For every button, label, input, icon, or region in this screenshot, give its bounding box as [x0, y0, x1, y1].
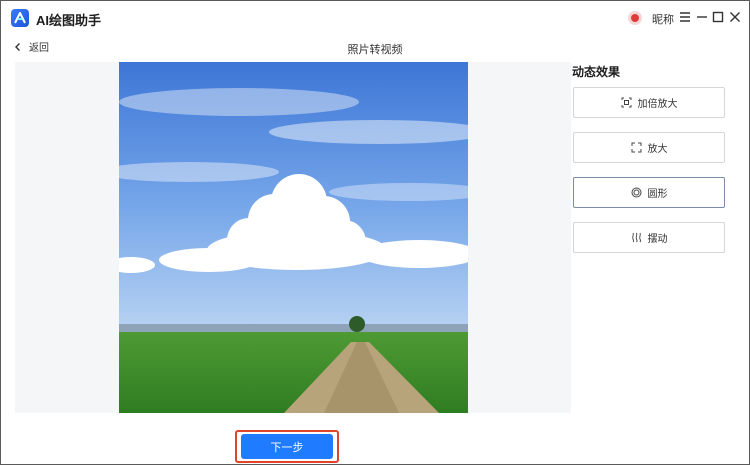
- app-window: AI绘图助手 昵称 返回 照片转视频 动态效果 加倍放大 放大 圆形 摆动 下一…: [0, 0, 750, 465]
- effect-double-zoom[interactable]: 加倍放大: [573, 87, 725, 118]
- close-icon[interactable]: [728, 10, 742, 24]
- next-button[interactable]: 下一步: [241, 434, 333, 459]
- circle-icon: [631, 187, 641, 198]
- wave-icon: [631, 232, 641, 243]
- maximize-icon[interactable]: [711, 10, 725, 24]
- zoom-frame-icon: [621, 97, 631, 108]
- effects-title: 动态效果: [572, 65, 621, 79]
- title-bar: AI绘图助手 昵称: [1, 1, 749, 35]
- effect-zoom[interactable]: 放大: [573, 132, 725, 163]
- effect-label: 摆动: [647, 234, 668, 245]
- effect-label: 放大: [647, 144, 668, 155]
- menu-icon[interactable]: [678, 10, 692, 24]
- user-nickname[interactable]: 昵称: [652, 11, 674, 27]
- effect-sway[interactable]: 摆动: [573, 222, 725, 253]
- avatar-dot: [631, 14, 639, 22]
- user-avatar[interactable]: [628, 11, 642, 25]
- preview-area: [15, 62, 571, 413]
- page-title: 照片转视频: [347, 44, 403, 56]
- photo-preview: [119, 62, 468, 413]
- expand-corners-icon: [631, 142, 641, 153]
- effect-label: 圆形: [647, 189, 668, 200]
- minimize-icon[interactable]: [695, 10, 709, 24]
- effect-circle[interactable]: 圆形: [573, 177, 725, 208]
- next-button-highlight: 下一步: [235, 430, 339, 463]
- app-logo-icon: [11, 9, 29, 27]
- app-title: AI绘图助手: [36, 13, 102, 28]
- effect-label: 加倍放大: [637, 99, 678, 110]
